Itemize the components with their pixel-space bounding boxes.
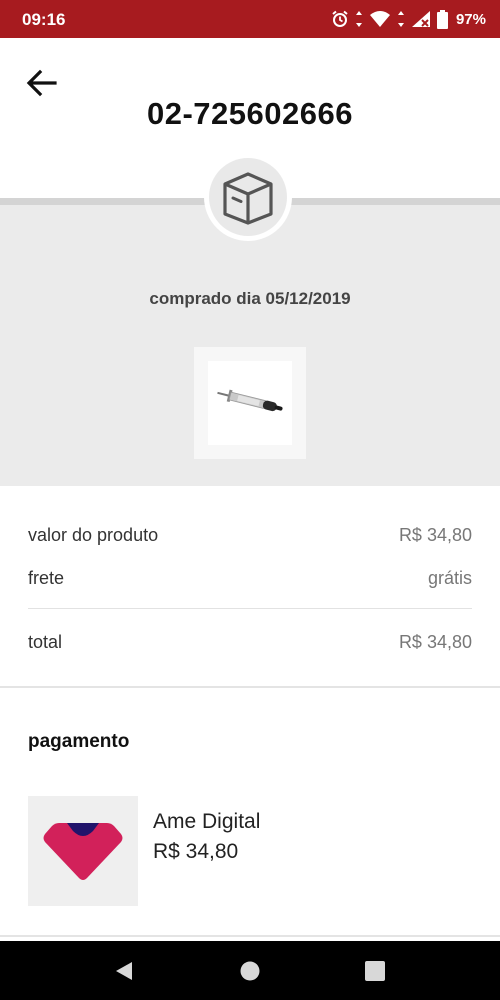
home-circle-icon [240, 961, 260, 980]
product-thumbnail[interactable] [194, 347, 306, 459]
nav-home-button[interactable] [220, 941, 280, 1000]
summary-row-shipping: frete grátis [28, 568, 472, 589]
back-triangle-icon [116, 961, 132, 980]
summary-row-product-value: valor do produto R$ 34,80 [28, 525, 472, 546]
status-bar: 09:16 97% [0, 0, 500, 38]
data-arrows-icon [397, 11, 404, 27]
summary-row-total: total R$ 34,80 [28, 632, 472, 653]
recents-square-icon [365, 960, 385, 981]
arrow-left-icon [26, 69, 57, 97]
battery-percent: 97% [455, 10, 486, 28]
ame-digital-logo-icon [43, 823, 123, 880]
system-navigation-bar [0, 941, 500, 1000]
package-box-icon [223, 172, 273, 225]
bottom-separator [0, 935, 500, 937]
signal-icon [411, 11, 430, 27]
shipping-label: frete [28, 568, 65, 588]
nav-back-button[interactable] [94, 941, 154, 1000]
status-icons: 97% [331, 9, 486, 29]
payment-amount: R$ 34,80 [153, 840, 239, 863]
order-number: 02-725602666 [147, 96, 353, 131]
summary-divider [28, 608, 472, 609]
data-arrows-icon [355, 11, 362, 27]
ame-digital-logo [28, 796, 138, 906]
shipping-value: grátis [427, 568, 472, 588]
alarm-icon [332, 10, 348, 27]
battery-icon [436, 9, 448, 29]
payment-method-name: Ame Digital [153, 810, 261, 833]
nav-recents-button[interactable] [345, 941, 405, 1000]
payment-section-title: pagamento [28, 731, 130, 752]
section-separator [0, 686, 500, 688]
order-status-badge [204, 153, 292, 241]
wifi-icon [369, 11, 390, 27]
total-label: total [28, 632, 63, 652]
thermal-paste-syringe-image [217, 389, 283, 412]
product-value-label: valor do produto [28, 525, 159, 545]
status-time: 09:16 [22, 10, 66, 29]
purchase-date: comprado dia 05/12/2019 [149, 289, 351, 308]
total-amount: R$ 34,80 [398, 632, 472, 652]
product-value-amount: R$ 34,80 [398, 525, 472, 545]
